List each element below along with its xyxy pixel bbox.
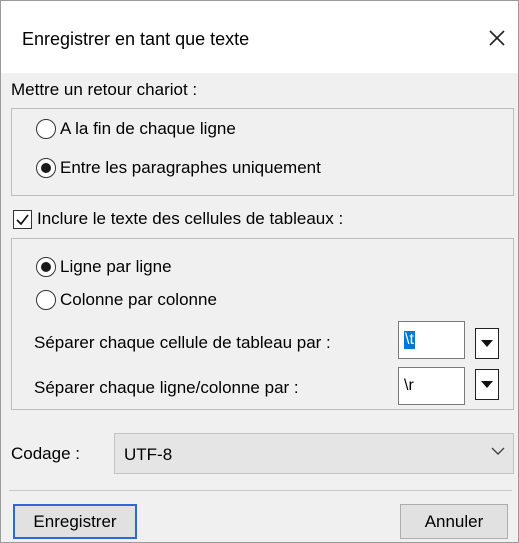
cell-separator-input[interactable]: \t [398,321,465,359]
radio-row-by-row-label: Ligne par ligne [60,257,172,276]
row-separator-dropdown-button[interactable] [475,369,499,400]
triangle-down-icon [481,380,493,388]
cell-separator-value: \t [404,331,415,349]
close-icon [489,30,505,46]
save-button-label: Enregistrer [33,511,117,531]
encoding-value: UTF-8 [124,445,173,464]
checkbox-box [13,209,32,229]
chevron-down-icon [491,447,505,455]
close-button[interactable] [480,21,514,55]
row-separator-input[interactable]: \r [398,367,465,405]
cancel-button-label: Annuler [424,511,484,531]
cell-separator-dropdown-button[interactable] [475,328,499,359]
radio-column-by-column[interactable]: Colonne par colonne [36,290,217,310]
cell-separator-label: Séparer chaque cellule de tableau par : [34,333,331,352]
triangle-down-icon [481,339,493,347]
radio-column-by-column-indicator [36,290,56,310]
radio-end-of-line-indicator [36,119,56,139]
include-table-cells-checkbox[interactable]: Inclure le texte des cellules de tableau… [13,209,343,229]
title-bar: Enregistrer en tant que texte [1,1,518,73]
cancel-button[interactable]: Annuler [400,504,508,539]
save-button[interactable]: Enregistrer [13,504,137,539]
radio-row-by-row[interactable]: Ligne par ligne [36,257,172,277]
row-separator-label: Séparer chaque ligne/colonne par : [34,378,299,397]
carriage-return-label: Mettre un retour chariot : [11,80,198,99]
footer-divider [9,490,512,491]
save-as-text-dialog: Enregistrer en tant que texte Mettre un … [0,0,519,543]
encoding-label: Codage : [11,444,80,463]
dialog-title: Enregistrer en tant que texte [22,29,250,49]
radio-between-paragraphs[interactable]: Entre les paragraphes uniquement [36,158,321,178]
radio-between-paragraphs-indicator [36,158,56,178]
encoding-select[interactable]: UTF-8 [114,433,514,474]
radio-between-paragraphs-label: Entre les paragraphes uniquement [60,158,321,177]
include-table-cells-label: Inclure le texte des cellules de tableau… [37,209,344,228]
radio-end-of-line[interactable]: A la fin de chaque ligne [36,119,236,139]
radio-column-by-column-label: Colonne par colonne [60,290,217,309]
row-separator-value: \r [404,377,414,394]
radio-row-by-row-indicator [36,257,56,277]
checkmark-icon [16,213,29,225]
radio-end-of-line-label: A la fin de chaque ligne [60,119,236,138]
